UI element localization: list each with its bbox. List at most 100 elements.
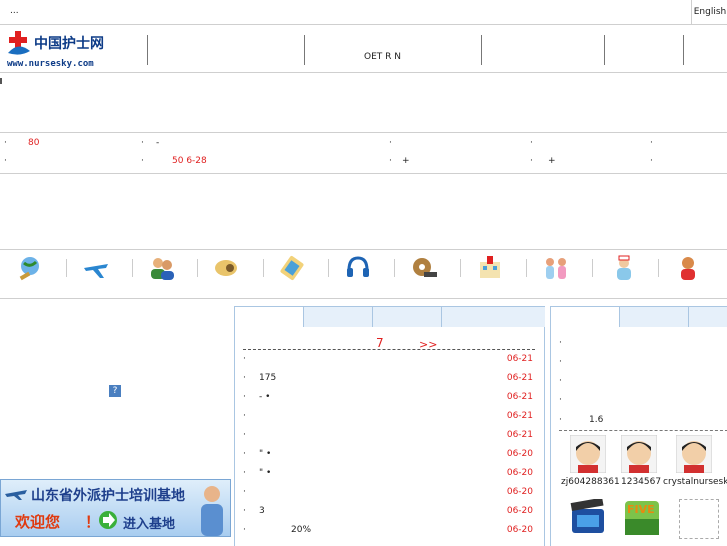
nurse-icon[interactable] xyxy=(610,254,638,282)
members-item[interactable]: · xyxy=(559,395,562,405)
film-icon[interactable] xyxy=(410,254,438,282)
icon-divider xyxy=(197,259,198,277)
news-item[interactable]: · 06-20 xyxy=(235,485,541,504)
link-bullet: · xyxy=(141,138,144,148)
username[interactable]: 1234567 xyxy=(621,477,661,487)
members-tab[interactable] xyxy=(688,307,727,327)
icon-divider xyxy=(526,259,527,277)
category-icon-bar xyxy=(0,249,727,299)
icon-divider xyxy=(460,259,461,277)
link-plus[interactable]: + xyxy=(402,156,410,166)
news-tab[interactable] xyxy=(372,307,442,327)
link-bullet: · xyxy=(650,156,653,166)
news-panel: 7 >> · 06-21 · 175 06-21 · - • 06-21 · 06-21 ·… xyxy=(234,306,545,546)
nav-divider xyxy=(481,35,482,65)
news-item[interactable]: · " • 06-20 xyxy=(235,447,541,466)
hospital-icon[interactable] xyxy=(476,254,504,282)
clapper-icon[interactable] xyxy=(569,499,607,537)
link-bullet: · xyxy=(530,156,533,166)
users-icon[interactable] xyxy=(148,254,176,282)
plane-icon xyxy=(5,490,27,500)
news-item[interactable]: · 20% 06-20 xyxy=(235,523,541,542)
link-bullet: · xyxy=(650,138,653,148)
members-tabs xyxy=(551,307,727,327)
nav-divider xyxy=(604,35,605,65)
news-item[interactable]: · 175 06-21 xyxy=(235,371,541,390)
top-bar: ... English xyxy=(0,0,727,25)
news-item[interactable]: · 3 06-20 xyxy=(235,504,541,523)
link-bullet: · xyxy=(4,138,7,148)
news-list: · 06-21 · 175 06-21 · - • 06-21 · 06-21 · 06-21… xyxy=(235,352,544,544)
help-icon[interactable]: ? xyxy=(109,385,121,397)
icon-divider xyxy=(658,259,659,277)
link-80[interactable]: 80 xyxy=(28,138,39,148)
training-base-banner[interactable]: 山东省外派护士培训基地 欢迎您 ！ 进入基地 xyxy=(0,479,231,537)
avatar[interactable] xyxy=(676,435,712,473)
members-tab[interactable] xyxy=(619,307,689,327)
members-item[interactable]: · xyxy=(559,376,562,386)
link-dash[interactable]: - xyxy=(156,138,159,148)
members-item[interactable]: · xyxy=(559,338,562,348)
username[interactable]: crystalnursesky xyxy=(663,477,727,487)
arrow-icon xyxy=(99,511,117,529)
empty-placeholder xyxy=(679,499,719,539)
icon-divider xyxy=(263,259,264,277)
news-tabs xyxy=(235,307,545,327)
headset-icon[interactable] xyxy=(344,254,372,282)
site-header: 中国护士网 www.nursesky.com OET R N xyxy=(0,25,727,73)
tablet-icon[interactable] xyxy=(278,254,306,282)
operator-icon[interactable] xyxy=(674,254,702,282)
members-item-version[interactable]: 1.6 xyxy=(589,415,603,425)
username[interactable]: zj604288361 xyxy=(561,477,620,487)
five-label: FIVE xyxy=(627,503,655,516)
members-divider xyxy=(559,430,727,431)
user-list: zj604288361 1234567 crystalnursesky xyxy=(551,435,727,495)
top-menu-dots[interactable]: ... xyxy=(10,6,19,16)
members-panel: · · · · · 1.6 zj604288361 1234567 crysta… xyxy=(550,306,727,546)
logo-url: www.nursesky.com xyxy=(7,59,94,69)
quick-links: · 80 · - · · · · · 50 6-28 · + · + · xyxy=(0,132,727,174)
stethoscope-icon[interactable] xyxy=(212,254,240,282)
news-item[interactable]: · 06-21 xyxy=(235,409,541,428)
person-icon xyxy=(201,486,223,536)
news-divider xyxy=(243,349,535,350)
banner-enter: 进入基地 xyxy=(123,517,176,532)
news-item[interactable]: · 06-21 xyxy=(235,428,541,447)
airplane-icon[interactable] xyxy=(82,254,110,282)
link-bullet: · xyxy=(389,138,392,148)
banner-welcome: 欢迎您 xyxy=(15,513,61,531)
news-item[interactable]: · 06-21 xyxy=(235,352,541,371)
link-bullet: · xyxy=(141,156,144,166)
link-50[interactable]: 50 6-28 xyxy=(172,156,207,166)
news-tab[interactable] xyxy=(441,307,545,327)
nav-oet-link[interactable]: OET R N xyxy=(364,52,401,62)
news-item[interactable]: · - • 06-21 xyxy=(235,390,541,409)
banner-title: 山东省外派护士培训基地 xyxy=(31,488,185,504)
link-bullet: · xyxy=(389,156,392,166)
logo-cross-icon xyxy=(8,31,30,55)
logo-name: 中国护士网 xyxy=(34,36,104,52)
link-bullet: · xyxy=(4,156,7,166)
five-icon[interactable]: FIVE xyxy=(623,499,661,537)
nav-divider xyxy=(304,35,305,65)
avatar[interactable] xyxy=(621,435,657,473)
site-logo[interactable]: 中国护士网 www.nursesky.com xyxy=(4,29,116,69)
members-item[interactable]: · xyxy=(559,415,562,425)
icon-divider xyxy=(592,259,593,277)
marker xyxy=(0,78,2,84)
globe-icon[interactable] xyxy=(16,254,44,282)
news-tab[interactable] xyxy=(303,307,373,327)
nurses-group-icon[interactable] xyxy=(542,254,570,282)
news-item[interactable]: · " • 06-20 xyxy=(235,466,541,485)
members-item[interactable]: · xyxy=(559,357,562,367)
link-bullet: · xyxy=(530,138,533,148)
icon-divider xyxy=(394,259,395,277)
icon-divider xyxy=(132,259,133,277)
news-count: 7 xyxy=(376,336,384,350)
icon-divider xyxy=(66,259,67,277)
link-plus[interactable]: + xyxy=(548,156,556,166)
avatar[interactable] xyxy=(570,435,606,473)
nav-divider xyxy=(147,35,148,65)
english-link[interactable]: English xyxy=(691,0,727,24)
icon-divider xyxy=(328,259,329,277)
